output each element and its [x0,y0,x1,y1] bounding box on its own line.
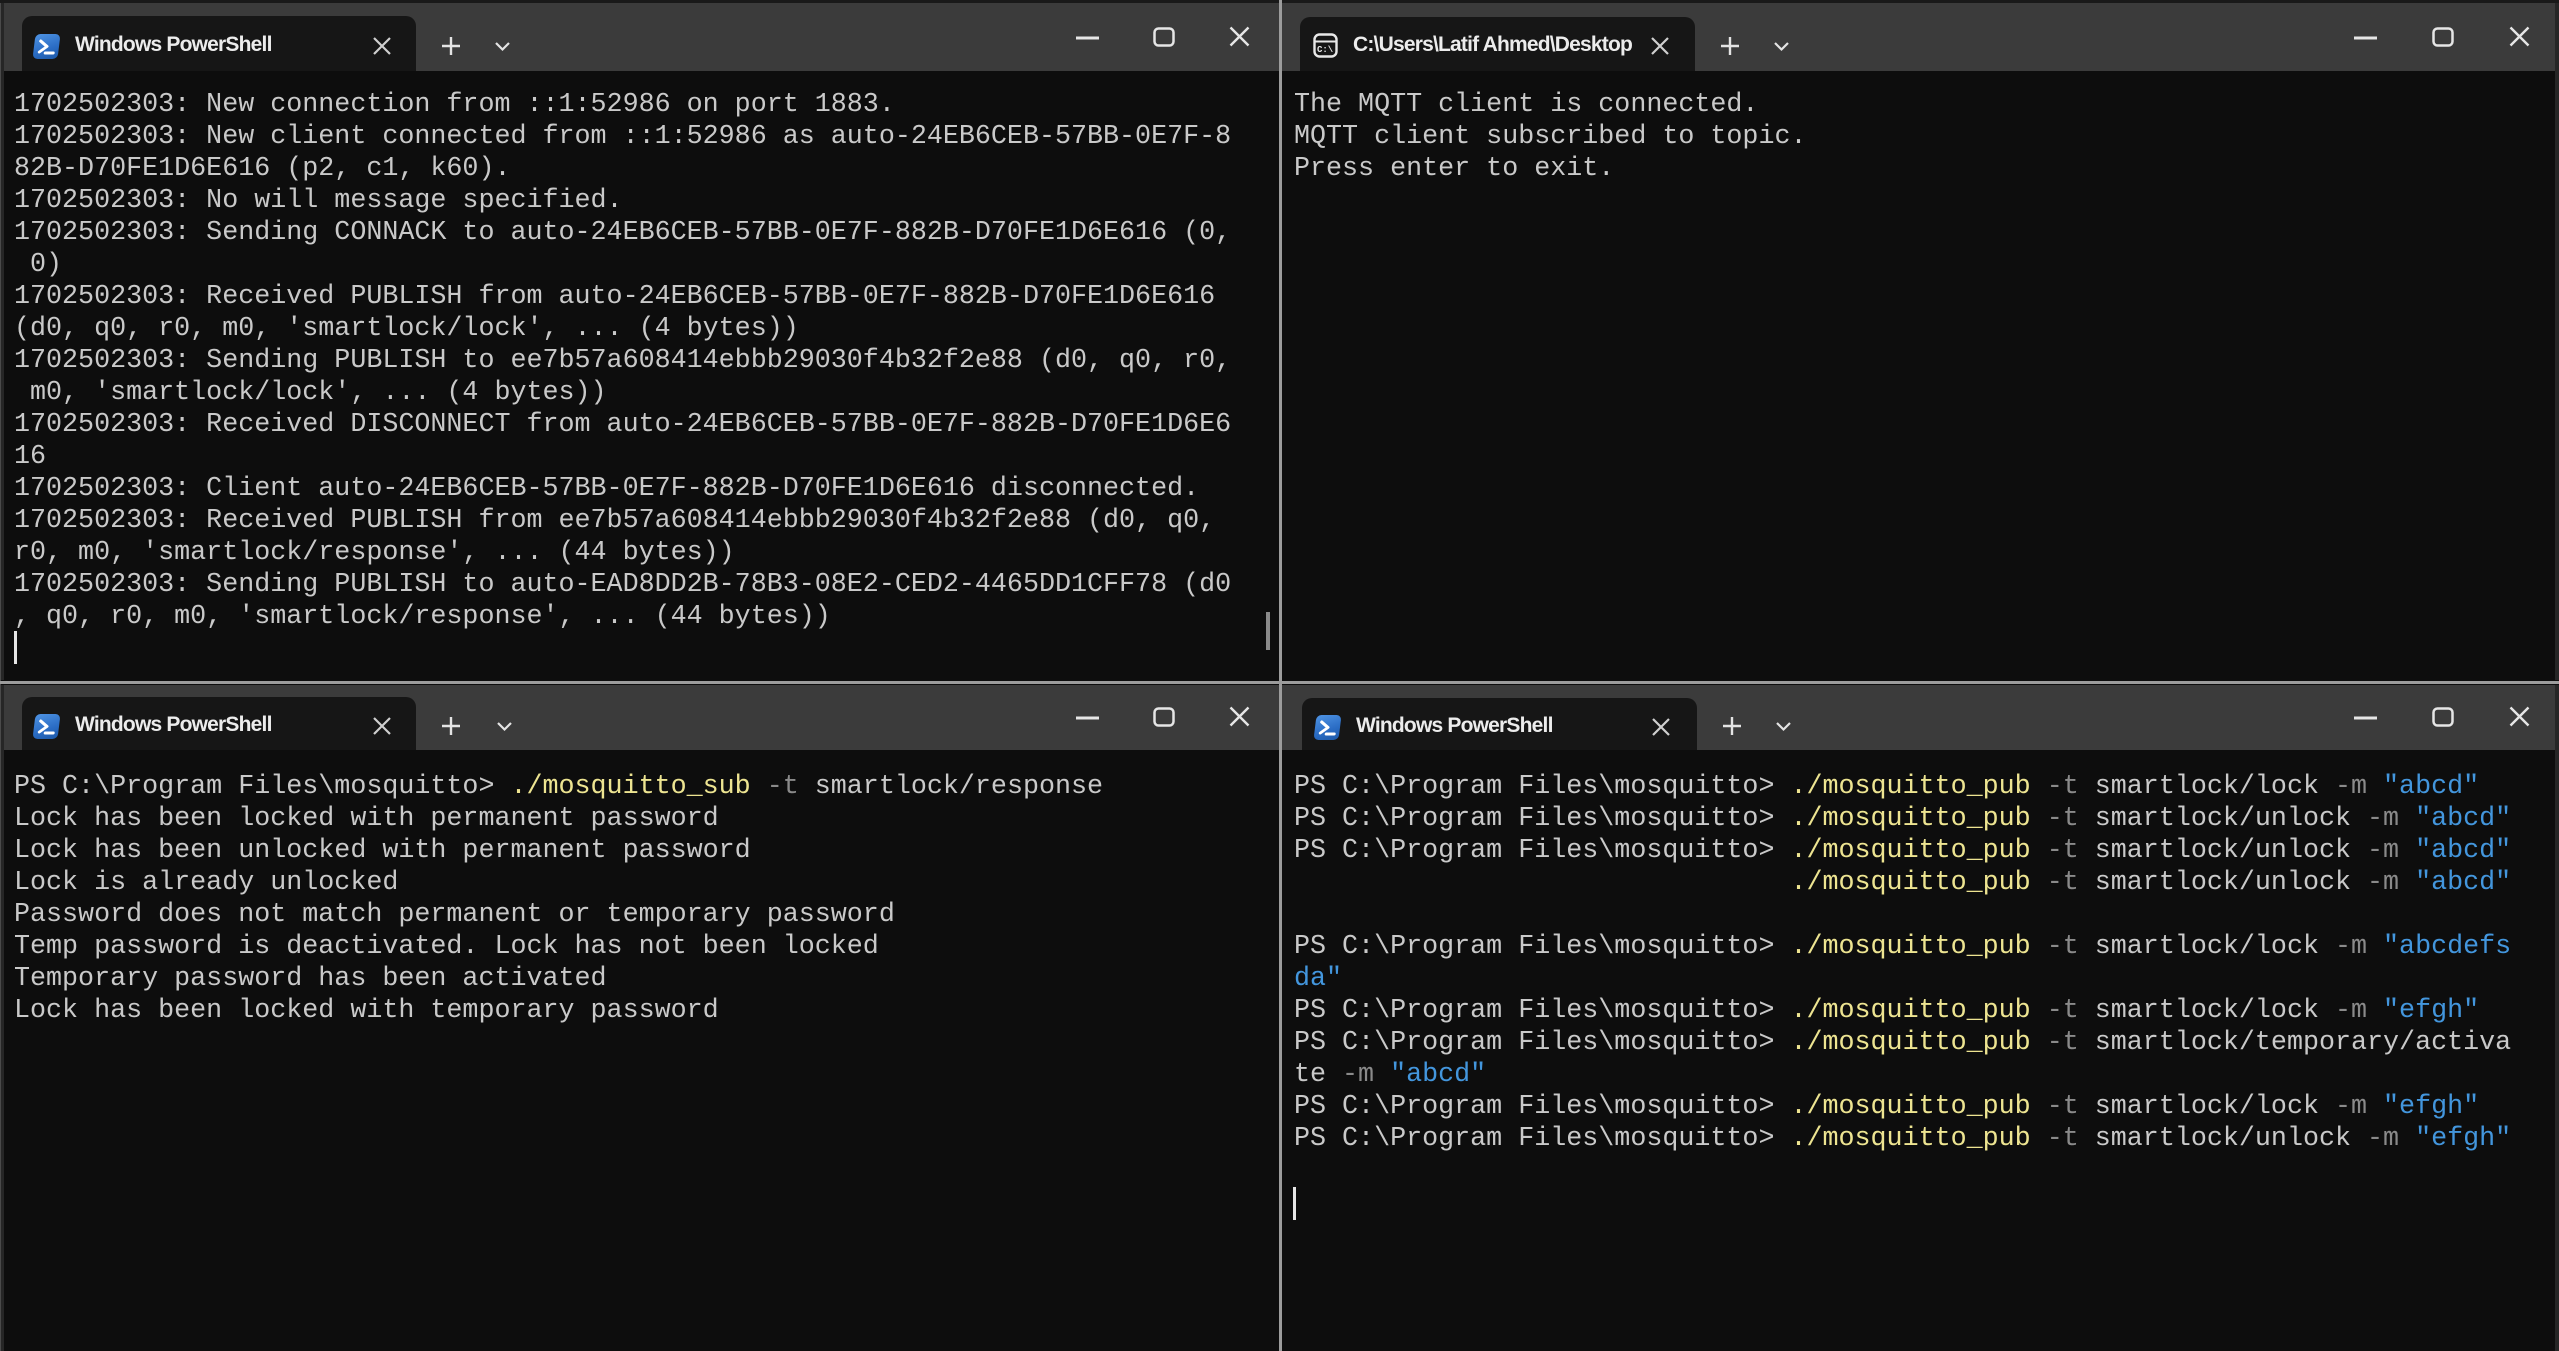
svg-text:C:\: C:\ [1317,45,1334,55]
